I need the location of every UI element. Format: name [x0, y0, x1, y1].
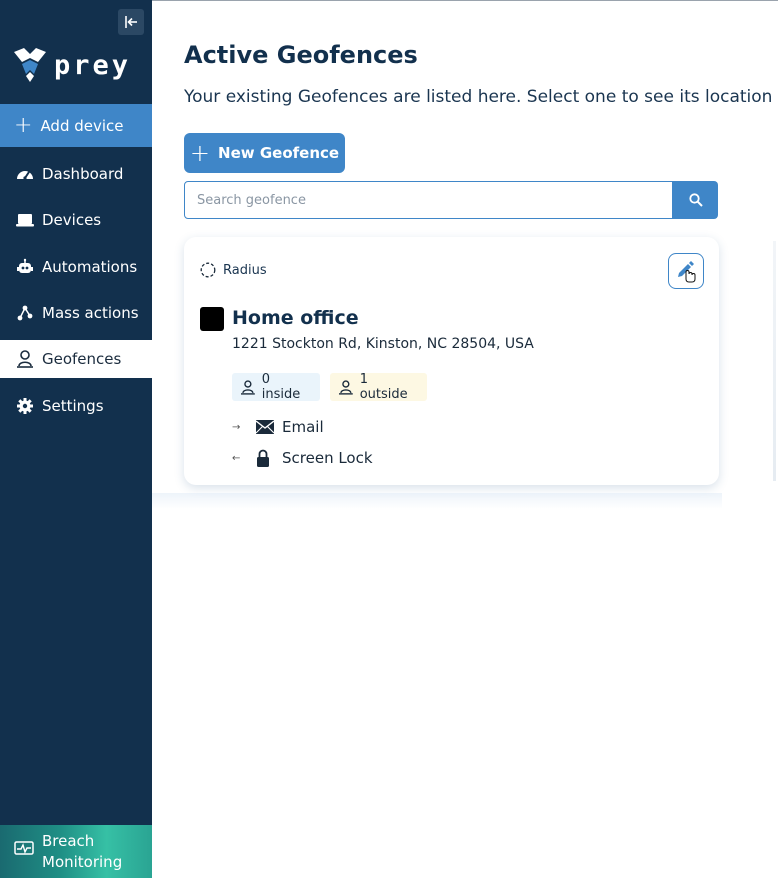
person-pin-icon	[240, 380, 255, 395]
add-device-label: Add device	[40, 116, 124, 135]
breach-monitoring-label: Breach Monitoring	[42, 831, 122, 872]
robot-icon	[15, 257, 35, 277]
breach-line-2: Monitoring	[42, 852, 123, 871]
search-bar	[184, 181, 718, 219]
sidebar-item-label: Settings	[42, 397, 104, 415]
sidebar-item-mass-actions[interactable]: Mass actions	[0, 294, 152, 332]
add-device-button[interactable]: + Add device	[0, 104, 152, 147]
main-content: Active Geofences Your existing Geofences…	[152, 0, 778, 878]
inside-count-label: 0 inside	[261, 372, 301, 402]
sidebar-item-label: Geofences	[42, 350, 122, 368]
prey-shield-icon	[14, 48, 46, 82]
breach-monitoring-link[interactable]: Breach Monitoring	[0, 825, 152, 878]
search-button[interactable]	[673, 181, 718, 219]
collapse-sidebar-button[interactable]	[118, 9, 144, 35]
prey-logo[interactable]: prey	[12, 48, 131, 82]
geofence-type-label: Radius	[223, 262, 267, 278]
gear-icon	[15, 396, 35, 416]
new-geofence-label: New Geofence	[218, 144, 340, 162]
outside-count-badge: 1 outside	[330, 372, 427, 402]
heartbeat-monitor-icon	[14, 841, 34, 862]
card-shadow-decoration	[152, 493, 722, 509]
page-subtitle: Your existing Geofences are listed here.…	[184, 87, 773, 107]
geofence-type: Radius	[200, 262, 267, 278]
trigger-action-screen-lock: ← Screen Lock	[232, 447, 373, 469]
collapse-left-icon	[125, 16, 137, 28]
nodes-icon	[15, 303, 35, 323]
new-geofence-button[interactable]: + New Geofence	[184, 133, 345, 173]
sidebar-item-dashboard[interactable]: Dashboard	[0, 155, 152, 193]
inside-count-badge: 0 inside	[232, 372, 320, 402]
geofence-name: Home office	[232, 307, 359, 329]
envelope-icon	[256, 420, 282, 434]
outside-count-label: 1 outside	[359, 372, 408, 402]
lock-icon	[256, 449, 282, 467]
breach-line-1: Breach	[42, 832, 95, 851]
logo-text: prey	[54, 49, 132, 81]
action-label: Email	[282, 418, 324, 436]
geofence-color-swatch	[200, 307, 224, 331]
plus-icon: +	[14, 112, 33, 138]
direction-out-arrow: ←	[232, 452, 241, 464]
gauge-icon	[15, 164, 35, 184]
page-title: Active Geofences	[184, 41, 418, 69]
sidebar-item-label: Automations	[42, 258, 138, 276]
sidebar-item-label: Dashboard	[42, 165, 124, 183]
pencil-icon	[678, 261, 696, 283]
edit-geofence-button[interactable]	[668, 253, 704, 289]
trigger-action-email: → Email	[232, 416, 324, 438]
geofence-card[interactable]: Radius Home office 1221 Stockton Rd, Kin…	[184, 237, 719, 485]
sidebar-item-geofences[interactable]: Geofences	[0, 340, 152, 378]
search-icon	[688, 193, 703, 207]
next-card-edge	[773, 241, 776, 481]
search-input[interactable]	[184, 181, 673, 219]
action-label: Screen Lock	[282, 449, 373, 467]
sidebar-item-label: Devices	[42, 211, 102, 229]
person-pin-icon	[338, 380, 353, 395]
radius-circle-icon	[200, 262, 216, 278]
laptop-icon	[15, 210, 35, 230]
direction-in-arrow: →	[232, 421, 241, 433]
geofence-address: 1221 Stockton Rd, Kinston, NC 28504, USA	[232, 336, 534, 352]
geofence-pin-icon	[15, 349, 35, 369]
sidebar-item-devices[interactable]: Devices	[0, 201, 152, 239]
plus-icon: +	[189, 139, 211, 167]
sidebar-item-label: Mass actions	[42, 304, 139, 322]
sidebar-item-settings[interactable]: Settings	[0, 387, 152, 425]
app-window: prey + Add device Dashboard Devices Auto…	[0, 0, 778, 878]
sidebar: prey + Add device Dashboard Devices Auto…	[0, 0, 152, 878]
sidebar-item-automations[interactable]: Automations	[0, 248, 152, 286]
